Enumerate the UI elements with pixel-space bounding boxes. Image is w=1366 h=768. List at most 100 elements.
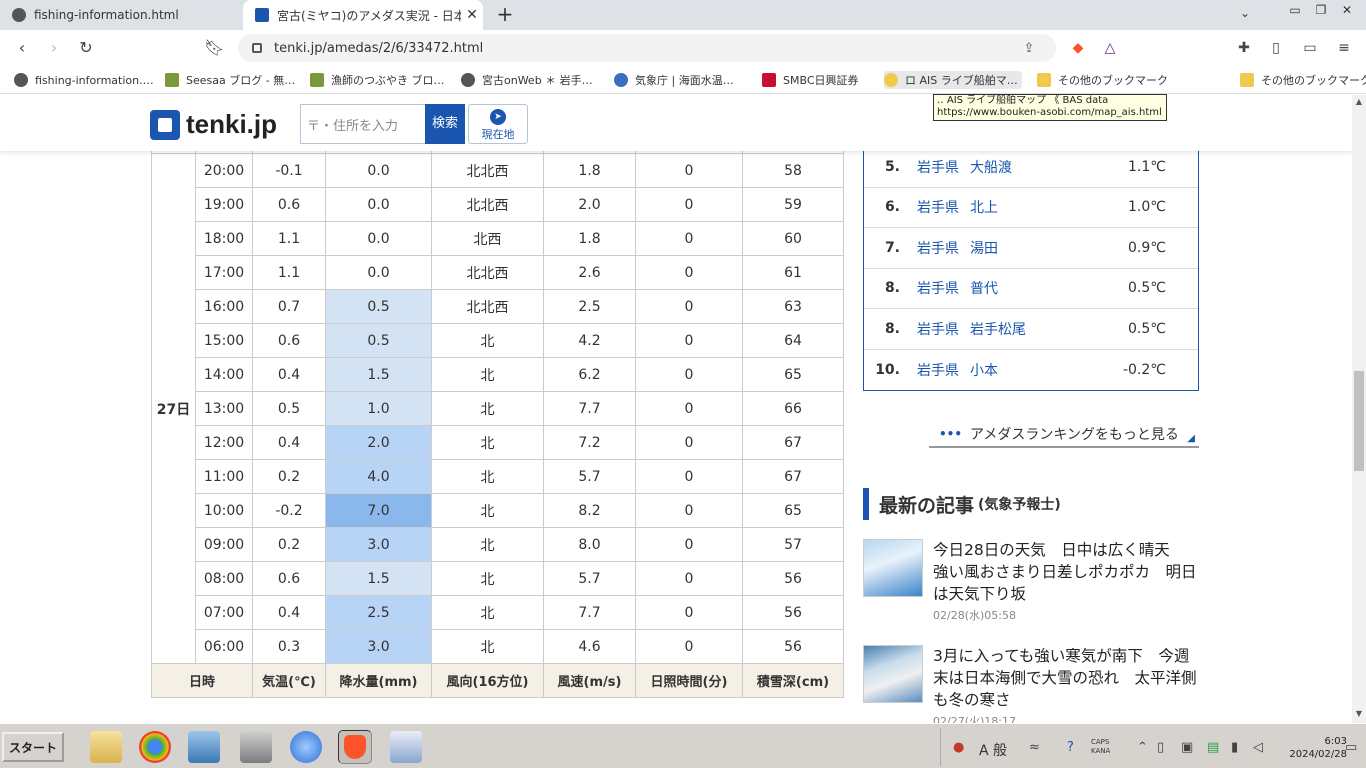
- bookmark-miyako-onweb[interactable]: 宮古onWeb ＊ 岩手…: [461, 71, 593, 89]
- current-location-button[interactable]: ➤ 現在地: [468, 104, 528, 144]
- brave-rewards-icon[interactable]: △: [1100, 38, 1120, 58]
- table-row: 10:00 -0.2 7.0 北 8.2 0 65: [152, 493, 844, 528]
- close-tab-icon[interactable]: ✕: [461, 7, 483, 23]
- bookmark-ryoshi-blog[interactable]: 漁師のつぶやき ブロ…: [310, 71, 445, 89]
- show-hidden-icons[interactable]: ⌃: [1137, 740, 1148, 755]
- ranking-station[interactable]: 大船渡: [970, 157, 1090, 177]
- minimize-icon[interactable]: ▭: [1282, 3, 1308, 17]
- forward-icon[interactable]: ›: [44, 38, 64, 58]
- bookmark-seesaa-blog[interactable]: Seesaa ブログ - 無…: [165, 71, 295, 89]
- notification-icon[interactable]: ▭: [1345, 740, 1357, 755]
- cell-snow: 67: [742, 425, 844, 460]
- article-thumbnail[interactable]: [863, 539, 923, 597]
- column-header: 日照時間(分): [635, 663, 743, 698]
- page-scrollbar[interactable]: ▲ ▼: [1352, 95, 1366, 723]
- ranking-value: 0.5℃: [1128, 280, 1166, 297]
- bookmark-ais-live[interactable]: ロ AIS ライブ船舶マ…: [884, 71, 1022, 89]
- globe-icon: [12, 8, 26, 22]
- menu-icon[interactable]: ≡: [1334, 38, 1354, 58]
- cell-time: 10:00: [195, 493, 253, 528]
- ranking-pref[interactable]: 岩手県: [906, 360, 970, 380]
- cell-time: 09:00: [195, 527, 253, 562]
- system-tool-icon[interactable]: [240, 731, 272, 763]
- column-header: 日時: [151, 663, 253, 698]
- address-bar[interactable]: tenki.jp/amedas/2/6/33472.html ⇪: [238, 34, 1056, 62]
- notepad-icon[interactable]: [390, 731, 422, 763]
- device-icon[interactable]: ▣: [1181, 740, 1193, 755]
- table-row: 18:00 1.1 0.0 北西 1.8 0 60: [152, 221, 844, 256]
- new-tab-button[interactable]: +: [494, 4, 516, 26]
- bookmark-label: その他のブックマーク: [1261, 74, 1366, 87]
- cell-sun: 0: [635, 289, 743, 324]
- ranking-pref[interactable]: 岩手県: [906, 238, 970, 258]
- url-text[interactable]: tenki.jp/amedas/2/6/33472.html: [274, 41, 1020, 56]
- brave-browser-icon[interactable]: [338, 730, 372, 764]
- article-title[interactable]: 今日28日の天気 日中は広く晴天 強い風おさまり日差しポカポカ 明日は天気下り坂: [933, 539, 1199, 605]
- tab-tenki-amedas[interactable]: 宮古(ミヤコ)のアメダス実況 - 日本気象 ✕: [243, 0, 483, 30]
- volume-icon[interactable]: ◁: [1253, 740, 1263, 755]
- ime-settings-icon[interactable]: ≈: [1029, 740, 1040, 755]
- tab-strip: fishing-information.html 宮古(ミヤコ)のアメダス実況 …: [0, 0, 1366, 30]
- back-icon[interactable]: ‹: [12, 38, 32, 58]
- scrollbar-thumb[interactable]: [1354, 371, 1364, 471]
- ranking-pref[interactable]: 岩手県: [906, 157, 970, 177]
- bookmark-jma-sst[interactable]: 気象庁 | 海面水温…: [614, 71, 734, 89]
- bookmark-icon[interactable]: 🔖︎: [204, 38, 224, 58]
- taskbar: スタート ● A 般 ≈ ? CAPS KANA ⌃ ▯ ▣ ▤ ▮ ◁ 6:0…: [0, 723, 1366, 768]
- tray-app-icon[interactable]: ●: [953, 740, 964, 755]
- thunderbird-icon[interactable]: [290, 731, 322, 763]
- scroll-down-icon[interactable]: ▼: [1352, 709, 1366, 721]
- ranking-more-link[interactable]: ••• アメダスランキングをもっと見る ◢: [929, 421, 1199, 448]
- start-button[interactable]: スタート: [2, 732, 64, 762]
- extensions-puzzle-icon[interactable]: ✚: [1234, 38, 1254, 58]
- search-button[interactable]: 検索: [425, 104, 465, 144]
- bookmark-fishing-information[interactable]: fishing-information.…: [14, 71, 154, 89]
- ranking-station[interactable]: 普代: [970, 278, 1090, 298]
- security-icon[interactable]: ▤: [1207, 740, 1219, 755]
- cell-precip: 3.0: [325, 629, 432, 664]
- window-controls: ▭ ❐ ✕: [1282, 0, 1360, 20]
- cell-temp: 1.1: [252, 255, 326, 290]
- address-search-input[interactable]: 〒・住所を入力: [300, 104, 426, 144]
- ranking-pref[interactable]: 岩手県: [906, 197, 970, 217]
- article-title[interactable]: 3月に入っても強い寒気が南下 今週末は日本海側で大雪の恐れ 太平洋側も冬の寒さ: [933, 645, 1199, 711]
- other-bookmarks-folder[interactable]: その他のブックマーク: [1240, 71, 1366, 89]
- brave-shields-icon[interactable]: ◆: [1068, 38, 1088, 58]
- tab-search-icon[interactable]: ⌄: [1240, 6, 1250, 20]
- sidebar-icon[interactable]: ▯: [1266, 38, 1286, 58]
- day-cell: 27日: [151, 153, 196, 664]
- reload-icon[interactable]: ↻: [76, 38, 96, 58]
- ranking-station[interactable]: 湯田: [970, 238, 1090, 258]
- ranking-station[interactable]: 小本: [970, 360, 1090, 380]
- tab-fishing-information[interactable]: fishing-information.html: [0, 0, 240, 30]
- tenki-logo[interactable]: tenki.jp: [150, 109, 277, 140]
- article-item[interactable]: 今日28日の天気 日中は広く晴天 強い風おさまり日差しポカポカ 明日は天気下り坂…: [863, 539, 1199, 623]
- scroll-up-icon[interactable]: ▲: [1352, 97, 1366, 109]
- cell-temp: 1.1: [252, 221, 326, 256]
- ranking-station[interactable]: 北上: [970, 197, 1090, 217]
- bookmark-label: 宮古onWeb ＊ 岩手…: [482, 74, 593, 87]
- ranking-station[interactable]: 岩手松尾: [970, 319, 1090, 339]
- ranking-rank: 10.: [875, 361, 900, 378]
- close-window-icon[interactable]: ✕: [1334, 3, 1360, 17]
- cell-time: 17:00: [195, 255, 253, 290]
- media-player-icon[interactable]: [188, 731, 220, 763]
- clock[interactable]: 6:03 2024/02/28: [1277, 735, 1347, 761]
- ime-mode[interactable]: A 般: [979, 740, 1007, 760]
- ranking-pref[interactable]: 岩手県: [906, 278, 970, 298]
- ranking-pref[interactable]: 岩手県: [906, 319, 970, 339]
- network-icon[interactable]: ▮: [1231, 740, 1238, 755]
- explorer-icon[interactable]: [90, 731, 122, 763]
- chrome-icon[interactable]: [139, 731, 171, 763]
- bookmark-smbc[interactable]: SMBC日興証券: [762, 71, 859, 89]
- help-icon[interactable]: ?: [1067, 740, 1074, 755]
- wallet-icon[interactable]: ▭: [1300, 38, 1320, 58]
- restore-icon[interactable]: ❐: [1308, 3, 1334, 17]
- cell-dir: 北: [431, 493, 544, 528]
- bookmark-label: 気象庁 | 海面水温…: [635, 74, 734, 87]
- article-item[interactable]: 3月に入っても強い寒気が南下 今週末は日本海側で大雪の恐れ 太平洋側も冬の寒さ …: [863, 645, 1199, 723]
- bookmark-folder-other[interactable]: その他のブックマーク: [1037, 71, 1168, 89]
- article-thumbnail[interactable]: [863, 645, 923, 703]
- share-icon[interactable]: ⇪: [1020, 41, 1038, 56]
- usb-icon[interactable]: ▯: [1157, 740, 1164, 755]
